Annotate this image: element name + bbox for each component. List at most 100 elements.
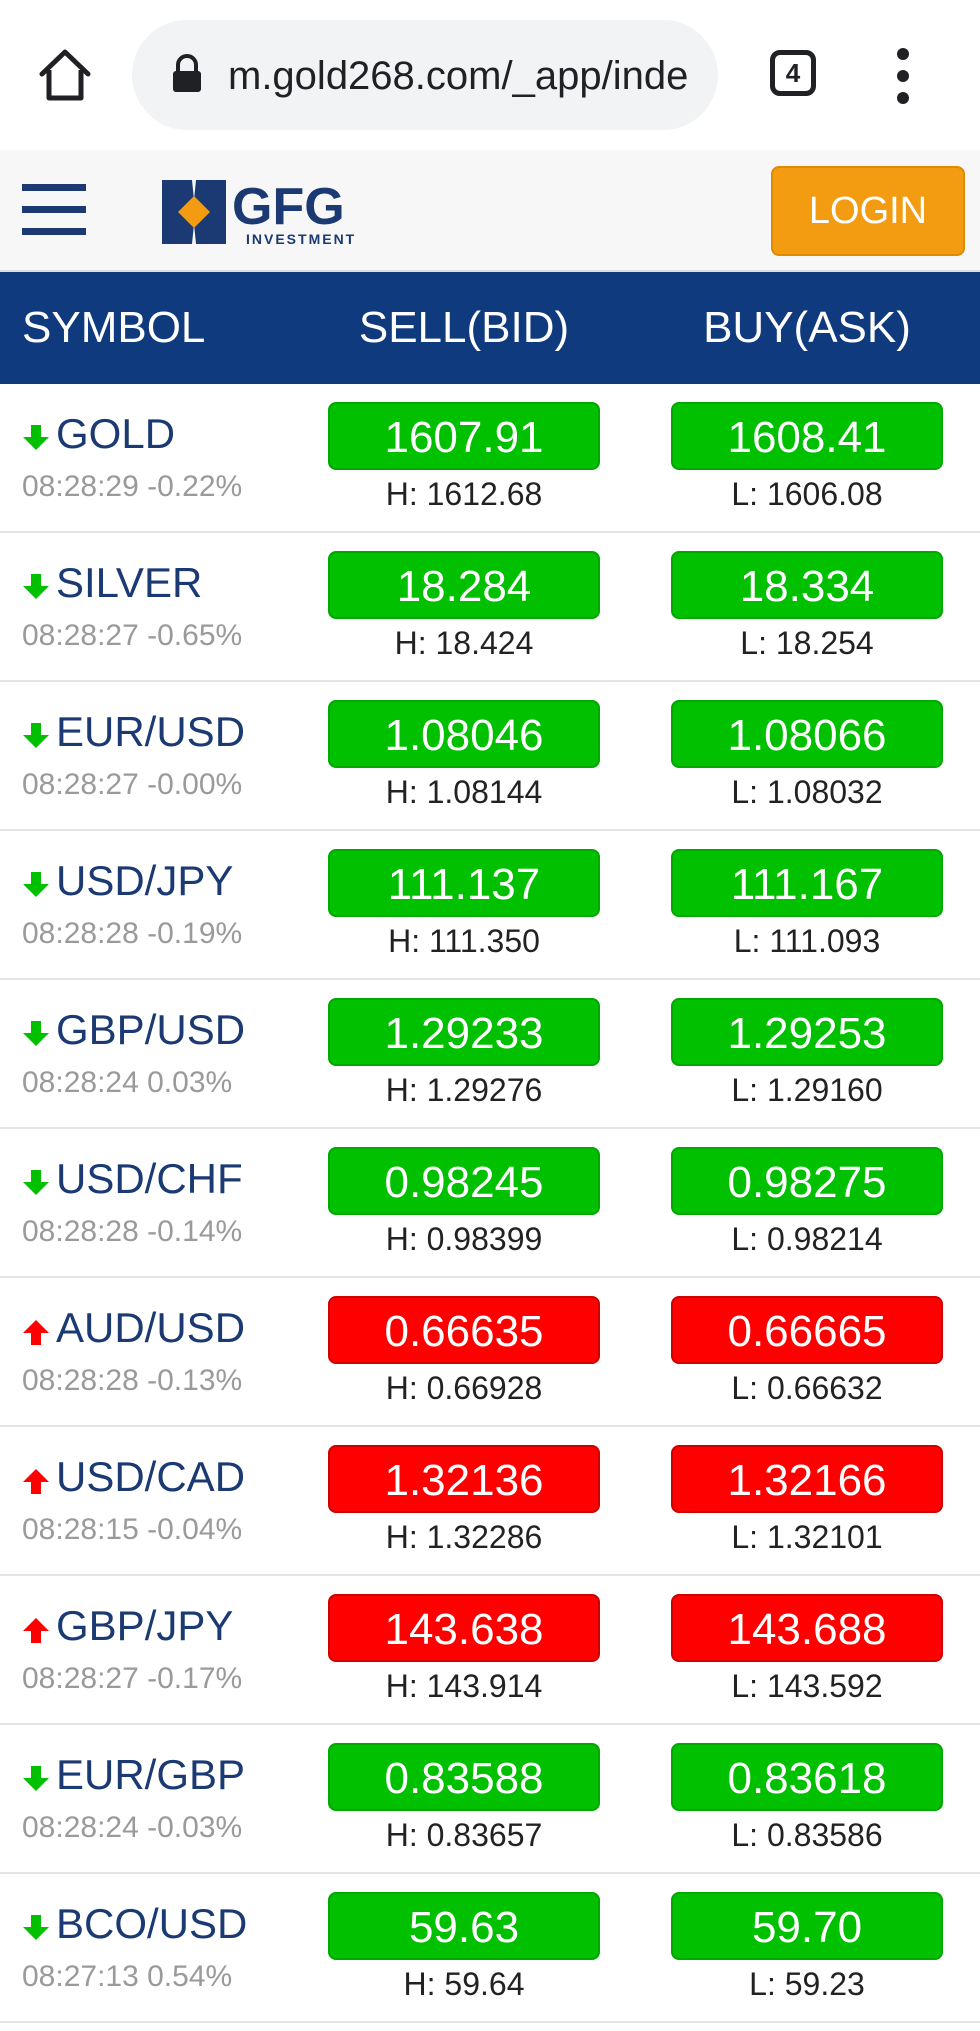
arrow-down-icon: [22, 573, 50, 601]
symbol-name[interactable]: BCO/USD: [56, 1900, 247, 1948]
high-value: H: 143.914: [385, 1668, 543, 1704]
low-value: L: 0.66632: [731, 1370, 883, 1406]
buy-price-button[interactable]: 0.66665: [671, 1296, 943, 1364]
table-row[interactable]: SILVER 08:28:27 -0.65% 18.284 18.334 H: 18.4…: [0, 533, 980, 682]
hamburger-menu-icon[interactable]: [22, 184, 86, 238]
table-row[interactable]: USD/CAD 08:28:15 -0.04% 1.32136 1.32166 H: 1…: [0, 1427, 980, 1576]
symbol-name[interactable]: EUR/GBP: [56, 1751, 245, 1799]
symbol-meta: 08:28:29 -0.22%: [22, 470, 242, 504]
more-options-icon[interactable]: [890, 48, 916, 104]
arrow-up-icon: [22, 1467, 50, 1495]
symbol-meta: 08:28:28 -0.14%: [22, 1215, 242, 1249]
sell-price-button[interactable]: 1.32136: [328, 1445, 600, 1513]
sell-price-button[interactable]: 1607.91: [328, 402, 600, 470]
symbol-name[interactable]: GBP/USD: [56, 1006, 245, 1054]
low-value: L: 111.093: [733, 923, 881, 959]
table-row[interactable]: GBP/USD 08:28:24 0.03% 1.29233 1.29253 H: 1.…: [0, 980, 980, 1129]
address-bar[interactable]: m.gold268.com/_app/inde: [132, 20, 718, 130]
low-value: L: 1.08032: [731, 774, 883, 810]
table-row[interactable]: GBP/JPY 08:28:27 -0.17% 143.638 143.688 H: 1…: [0, 1576, 980, 1725]
buy-price-button[interactable]: 143.688: [671, 1594, 943, 1662]
update-time: 08:27:13: [22, 1960, 139, 1993]
change-percent: -0.65%: [147, 619, 243, 652]
high-value: H: 0.66928: [385, 1370, 543, 1406]
high-value: H: 1.29276: [385, 1072, 543, 1108]
sell-price-button[interactable]: 1.29233: [328, 998, 600, 1066]
table-row[interactable]: AUD/USD 08:28:28 -0.13% 0.66635 0.66665 H: 0…: [0, 1278, 980, 1427]
table-row[interactable]: EUR/USD 08:28:27 -0.00% 1.08046 1.08066 H: 1…: [0, 682, 980, 831]
sell-price-button[interactable]: 0.66635: [328, 1296, 600, 1364]
high-value: H: 1612.68: [385, 476, 543, 512]
high-value: H: 111.350: [388, 923, 540, 959]
arrow-down-icon: [22, 1169, 50, 1197]
buy-price-button[interactable]: 1.29253: [671, 998, 943, 1066]
symbol-name[interactable]: USD/CAD: [56, 1453, 245, 1501]
table-row[interactable]: GOLD 08:28:29 -0.22% 1607.91 1608.41 H: 1612…: [0, 384, 980, 533]
symbol-meta: 08:28:28 -0.19%: [22, 917, 242, 951]
url-text[interactable]: m.gold268.com/_app/inde: [228, 50, 708, 102]
buy-price-button[interactable]: 18.334: [671, 551, 943, 619]
update-time: 08:28:24: [22, 1811, 139, 1844]
symbol-name[interactable]: AUD/USD: [56, 1304, 245, 1352]
table-row[interactable]: USD/JPY 08:28:28 -0.19% 111.137 111.167 H: 1…: [0, 831, 980, 980]
change-percent: 0.54%: [147, 1960, 233, 1993]
arrow-down-icon: [22, 1020, 50, 1048]
app-header: GFG INVESTMENT LOGIN: [0, 150, 980, 272]
high-value: H: 59.64: [403, 1966, 525, 2002]
symbol-name[interactable]: USD/CHF: [56, 1155, 243, 1203]
symbol-name[interactable]: GBP/JPY: [56, 1602, 233, 1650]
update-time: 08:28:28: [22, 917, 139, 950]
change-percent: 0.03%: [147, 1066, 233, 1099]
symbol-meta: 08:28:28 -0.13%: [22, 1364, 242, 1398]
low-value: L: 59.23: [749, 1966, 865, 2002]
arrow-down-icon: [22, 424, 50, 452]
high-value: H: 0.83657: [385, 1817, 543, 1853]
sell-price-button[interactable]: 111.137: [328, 849, 600, 917]
buy-price-button[interactable]: 0.98275: [671, 1147, 943, 1215]
symbol-meta: 08:28:27 -0.00%: [22, 768, 242, 802]
table-row[interactable]: BCO/USD 08:27:13 0.54% 59.63 59.70 H: 59.64 L…: [0, 1874, 980, 2023]
symbol-meta: 08:28:27 -0.17%: [22, 1662, 242, 1696]
arrow-down-icon: [22, 871, 50, 899]
update-time: 08:28:29: [22, 470, 139, 503]
sell-price-button[interactable]: 0.83588: [328, 1743, 600, 1811]
gfg-logo[interactable]: GFG INVESTMENT: [160, 178, 386, 248]
buy-price-button[interactable]: 59.70: [671, 1892, 943, 1960]
logo-text: GFG: [232, 178, 345, 236]
table-row[interactable]: EUR/GBP 08:28:24 -0.03% 0.83588 0.83618 H: 0…: [0, 1725, 980, 1874]
arrow-down-icon: [22, 1914, 50, 1942]
lock-icon: [170, 54, 204, 94]
high-value: H: 18.424: [394, 625, 534, 661]
high-value: H: 1.32286: [385, 1519, 543, 1555]
table-row[interactable]: USD/CHF 08:28:28 -0.14% 0.98245 0.98275 H: 0…: [0, 1129, 980, 1278]
column-header-symbol: SYMBOL: [22, 303, 206, 352]
symbol-name[interactable]: USD/JPY: [56, 857, 233, 905]
column-header-buy: BUY(ASK): [703, 303, 911, 352]
sell-price-button[interactable]: 0.98245: [328, 1147, 600, 1215]
buy-price-button[interactable]: 0.83618: [671, 1743, 943, 1811]
change-percent: -0.04%: [147, 1513, 243, 1546]
logo-mark: [162, 180, 226, 244]
change-percent: -0.03%: [147, 1811, 243, 1844]
update-time: 08:28:28: [22, 1215, 139, 1248]
tab-switcher-button[interactable]: 4: [770, 50, 816, 96]
buy-price-button[interactable]: 111.167: [671, 849, 943, 917]
symbol-meta: 08:28:27 -0.65%: [22, 619, 242, 653]
login-button[interactable]: LOGIN: [771, 166, 965, 256]
buy-price-button[interactable]: 1.08066: [671, 700, 943, 768]
home-icon[interactable]: [34, 44, 96, 106]
low-value: L: 1606.08: [731, 476, 883, 512]
buy-price-button[interactable]: 1608.41: [671, 402, 943, 470]
arrow-down-icon: [22, 1765, 50, 1793]
update-time: 08:28:27: [22, 619, 139, 652]
symbol-name[interactable]: SILVER: [56, 559, 202, 607]
symbol-name[interactable]: EUR/USD: [56, 708, 245, 756]
sell-price-button[interactable]: 143.638: [328, 1594, 600, 1662]
low-value: L: 18.254: [740, 625, 874, 661]
update-time: 08:28:24: [22, 1066, 139, 1099]
sell-price-button[interactable]: 18.284: [328, 551, 600, 619]
sell-price-button[interactable]: 59.63: [328, 1892, 600, 1960]
symbol-name[interactable]: GOLD: [56, 410, 175, 458]
sell-price-button[interactable]: 1.08046: [328, 700, 600, 768]
buy-price-button[interactable]: 1.32166: [671, 1445, 943, 1513]
